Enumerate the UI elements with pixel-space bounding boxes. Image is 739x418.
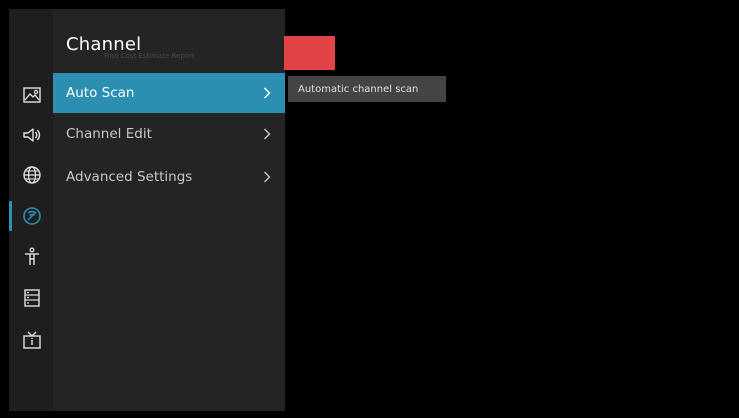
channel-menu-panel xyxy=(53,9,285,411)
network-icon[interactable] xyxy=(21,164,43,186)
red-overlay-block xyxy=(284,36,335,70)
support-icon[interactable] xyxy=(21,329,43,351)
ghost-overlay-text: Find Cost Estimate Report xyxy=(104,52,195,60)
active-category-marker xyxy=(9,201,12,231)
menu-item-label: Auto Scan xyxy=(66,85,135,101)
system-icon[interactable] xyxy=(21,287,43,309)
sound-icon[interactable] xyxy=(21,124,43,146)
menu-item-channel-edit[interactable]: Channel Edit xyxy=(53,114,285,154)
item-description-tooltip: Automatic channel scan xyxy=(288,76,446,102)
menu-item-advanced-settings[interactable]: Advanced Settings xyxy=(53,157,285,197)
menu-item-label: Advanced Settings xyxy=(66,169,193,185)
picture-icon[interactable] xyxy=(21,84,43,106)
chevron-right-icon xyxy=(260,127,274,141)
menu-item-label: Channel Edit xyxy=(66,126,152,142)
chevron-right-icon xyxy=(260,170,274,184)
menu-item-auto-scan[interactable]: Auto Scan xyxy=(53,73,285,113)
accessibility-icon[interactable] xyxy=(21,246,43,268)
channel-icon[interactable] xyxy=(21,205,43,227)
chevron-right-icon xyxy=(260,86,274,100)
